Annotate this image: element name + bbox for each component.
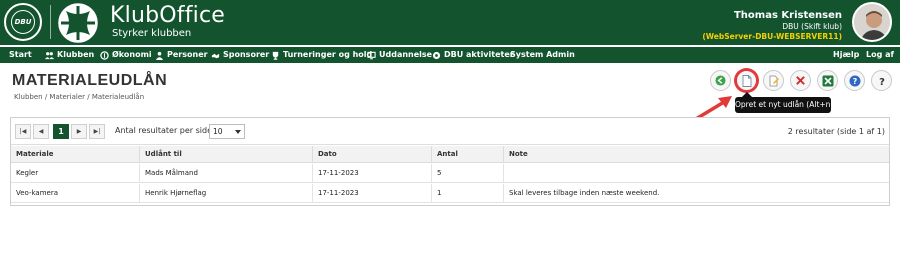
- page-title: MATERIALEUDLÅN: [12, 72, 168, 89]
- nav-item-uddannelse[interactable]: Uddannelse: [367, 47, 432, 63]
- crest-inner-ring: DBU: [11, 10, 35, 34]
- kluboffice-logo-icon: [58, 3, 98, 43]
- table-row[interactable]: Veo-kamera Henrik Hjørneflag 17-11-2023 …: [11, 184, 889, 203]
- nav-label: Turneringer og hold: [283, 50, 373, 59]
- edit-icon: [769, 75, 779, 86]
- user-info: Thomas Kristensen DBU (Skift klub) (WebS…: [702, 10, 842, 42]
- person-icon: [155, 51, 164, 60]
- ball-icon: [432, 51, 441, 59]
- info-icon: ?: [849, 75, 860, 86]
- new-loan-tooltip: Opret et nyt udlån (Alt+n): [735, 97, 833, 113]
- main-nav: Start Klubben Økonomi Personer Sponsorer…: [0, 47, 900, 63]
- cell-dato: 17-11-2023: [312, 184, 431, 203]
- nav-label: Personer: [167, 50, 208, 59]
- excel-icon: [822, 75, 833, 86]
- nav-item-dbu-aktiviteter[interactable]: DBU aktiviteter: [432, 47, 514, 63]
- nav-item-system-admin[interactable]: System Admin: [510, 47, 575, 63]
- per-page-label: Antal resultater per side: [115, 126, 212, 135]
- switch-club-link[interactable]: DBU (Skift klub): [702, 22, 842, 32]
- nav-label: System Admin: [510, 50, 575, 59]
- current-page-button[interactable]: 1: [53, 124, 69, 139]
- help-link[interactable]: Hjælp: [833, 47, 859, 63]
- prev-page-button[interactable]: ◀: [33, 124, 49, 139]
- delete-icon: [796, 76, 805, 85]
- nav-label: Sponsorer: [223, 50, 270, 59]
- table-row[interactable]: Kegler Mads Målmand 17-11-2023 5: [11, 164, 889, 183]
- crest-text: DBU: [14, 18, 32, 26]
- nav-label: Uddannelse: [379, 50, 433, 59]
- table-header: Materiale Udlånt til Dato Antal Note: [11, 146, 889, 163]
- avatar[interactable]: [852, 2, 892, 42]
- cell-materiale: Veo-kamera: [16, 189, 59, 197]
- cell-note: Skal leveres tilbage inden næste weekend…: [503, 184, 889, 203]
- last-page-button[interactable]: ▶|: [89, 124, 105, 139]
- help-button[interactable]: ?: [871, 70, 892, 91]
- app-header: DBU KlubOffice Styrker klubben Thomas Kr…: [0, 0, 900, 45]
- cell-udlaant-til: Henrik Hjørneflag: [139, 184, 312, 203]
- new-document-icon: [742, 74, 751, 87]
- cell-dato: 17-11-2023: [312, 164, 431, 183]
- cell-udlaant-til: Mads Målmand: [139, 164, 312, 183]
- per-page-value: 10: [213, 127, 223, 136]
- avatar-person-icon: [854, 4, 890, 40]
- header-divider: [50, 5, 51, 39]
- column-header-udlaant-til[interactable]: Udlånt til: [139, 146, 312, 163]
- people-icon: [45, 51, 54, 59]
- nav-item-turneringer[interactable]: Turneringer og hold: [271, 47, 372, 63]
- back-icon: [715, 75, 726, 86]
- handshake-icon: [211, 53, 220, 58]
- nav-label: Start: [9, 50, 32, 59]
- delete-button[interactable]: [790, 70, 811, 91]
- svg-text:?: ?: [852, 77, 857, 86]
- export-excel-button[interactable]: [817, 70, 838, 91]
- help-label: Hjælp: [833, 50, 860, 59]
- coin-icon: [100, 50, 109, 60]
- breadcrumb[interactable]: Klubben / Materialer / Materialeudlån: [14, 93, 144, 101]
- user-name: Thomas Kristensen: [733, 10, 842, 21]
- loans-grid: |◀ ◀ 1 ▶ ▶| Antal resultater per side 10…: [10, 117, 890, 206]
- help-icon: ?: [879, 77, 885, 87]
- logout-link[interactable]: Log af: [866, 47, 894, 63]
- new-loan-button[interactable]: [736, 70, 757, 91]
- column-header-materiale[interactable]: Materiale: [11, 146, 139, 163]
- back-button[interactable]: [710, 70, 731, 91]
- brand-subtitle: Styrker klubben: [112, 28, 192, 39]
- cell-materiale: Kegler: [16, 169, 39, 177]
- column-header-dato[interactable]: Dato: [312, 146, 431, 163]
- nav-item-okonomi[interactable]: Økonomi: [100, 47, 152, 63]
- trophy-icon: [272, 51, 279, 60]
- svg-text:?: ?: [879, 77, 885, 87]
- column-header-note[interactable]: Note: [503, 146, 889, 163]
- pager: |◀ ◀ 1 ▶ ▶| Antal resultater per side 10…: [11, 118, 889, 145]
- first-page-button[interactable]: |◀: [15, 124, 31, 139]
- column-header-antal[interactable]: Antal: [431, 146, 503, 163]
- monitor-icon: [367, 51, 376, 59]
- logout-label: Log af: [866, 50, 894, 59]
- nav-item-sponsorer[interactable]: Sponsorer: [211, 47, 269, 63]
- nav-label: Økonomi: [112, 50, 152, 59]
- cell-note: [503, 164, 889, 183]
- results-summary: 2 resultater (side 1 af 1): [787, 127, 885, 136]
- chevron-down-icon: [235, 130, 241, 134]
- cell-antal: 5: [431, 164, 503, 183]
- dbu-crest-logo: DBU: [4, 3, 42, 41]
- nav-label: Klubben: [57, 50, 95, 59]
- nav-item-start[interactable]: Start: [9, 47, 32, 63]
- server-label: (WebServer-DBU-WEBSERVER11): [702, 32, 842, 41]
- per-page-select[interactable]: 10: [209, 124, 245, 139]
- edit-button[interactable]: [763, 70, 784, 91]
- nav-item-klubben[interactable]: Klubben: [45, 47, 94, 63]
- cell-antal: 1: [431, 184, 503, 203]
- next-page-button[interactable]: ▶: [71, 124, 87, 139]
- info-button[interactable]: ?: [844, 70, 865, 91]
- nav-item-personer[interactable]: Personer: [155, 47, 208, 63]
- nav-label: DBU aktiviteter: [444, 50, 514, 59]
- brand-title: KlubOffice: [110, 3, 225, 28]
